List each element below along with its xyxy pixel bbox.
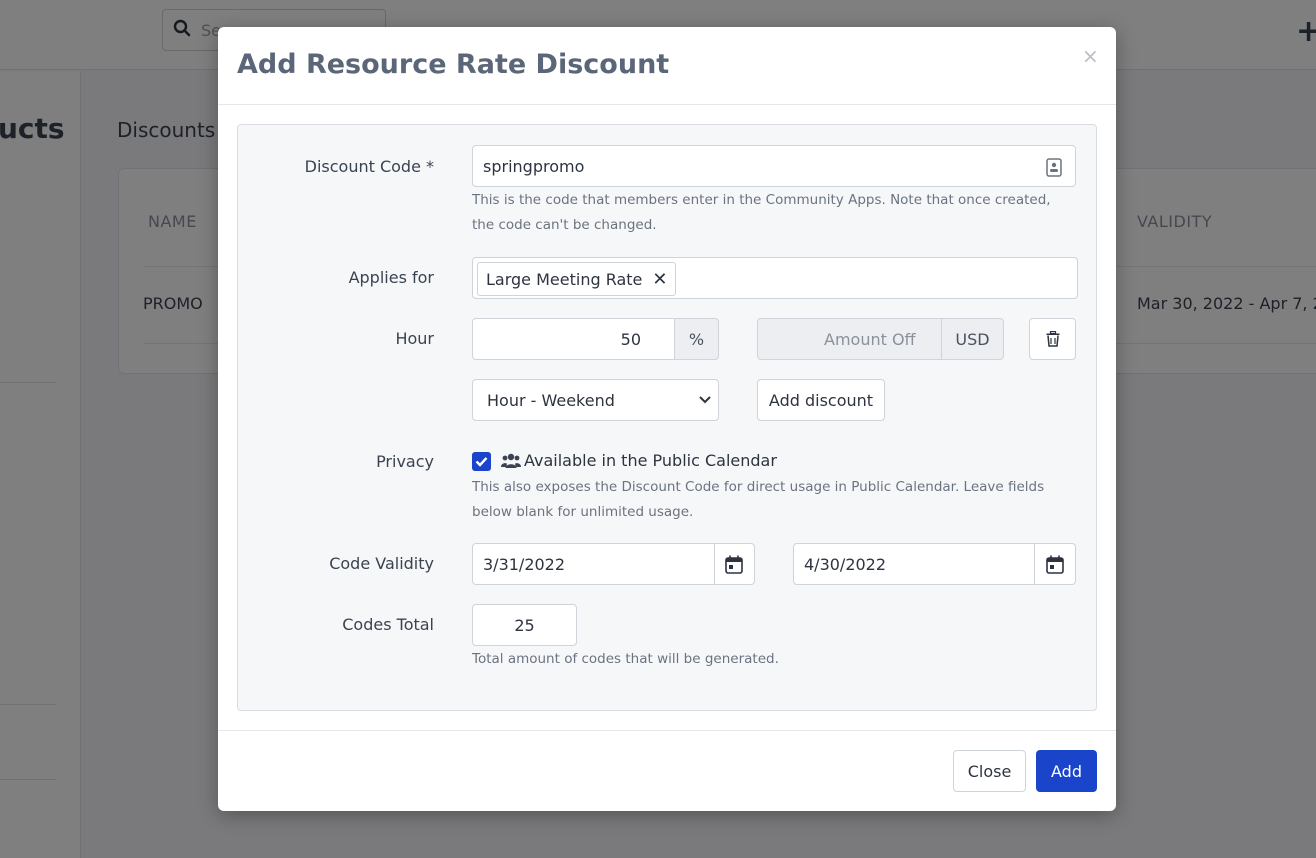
discount-code-input[interactable]: springpromo xyxy=(472,145,1076,187)
users-icon xyxy=(501,453,521,468)
add-discount-modal: Add Resource Rate Discount × Discount Co… xyxy=(218,27,1116,811)
tag-label: Large Meeting Rate xyxy=(486,269,643,289)
delete-discount-button[interactable] xyxy=(1029,318,1076,360)
close-button[interactable]: Close xyxy=(953,750,1026,792)
modal-title: Add Resource Rate Discount xyxy=(237,49,670,80)
public-calendar-label[interactable]: Available in the Public Calendar xyxy=(524,448,777,473)
hour-label: Hour xyxy=(395,329,434,348)
validity-end-input[interactable]: 4/30/2022 xyxy=(793,543,1076,585)
privacy-help: This also exposes the Discount Code for … xyxy=(472,479,1045,520)
applies-for-tag: Large Meeting Rate ✕ xyxy=(477,262,677,296)
contact-card-icon xyxy=(1046,158,1062,177)
amount-off-input[interactable]: Amount Off xyxy=(757,318,942,360)
modal-footer-divider xyxy=(218,730,1116,731)
chevron-down-icon xyxy=(699,396,711,404)
code-validity-label: Code Validity xyxy=(329,554,434,573)
applies-for-label: Applies for xyxy=(348,268,434,287)
rate-select-value: Hour - Weekend xyxy=(487,391,615,410)
discount-code-value: springpromo xyxy=(483,157,585,176)
codes-total-input[interactable]: 25 xyxy=(472,604,577,646)
codes-total-help: Total amount of codes that will be gener… xyxy=(472,651,779,667)
validity-start-input[interactable]: 3/31/2022 xyxy=(472,543,755,585)
rate-select[interactable]: Hour - Weekend xyxy=(472,379,719,421)
input-divider xyxy=(1034,544,1035,584)
remove-tag-icon[interactable]: ✕ xyxy=(652,269,667,290)
codes-total-label: Codes Total xyxy=(342,615,434,634)
applies-for-input[interactable]: Large Meeting Rate ✕ xyxy=(472,257,1078,299)
codes-total-value: 25 xyxy=(514,616,535,635)
validity-start-value: 3/31/2022 xyxy=(483,555,566,574)
percent-off-input[interactable]: 50 xyxy=(472,318,675,360)
trash-icon xyxy=(1046,331,1059,347)
percent-addon: % xyxy=(674,318,719,360)
calendar-icon[interactable] xyxy=(725,555,743,574)
discount-code-help: This is the code that members enter in t… xyxy=(472,192,1051,233)
modal-header: Add Resource Rate Discount × xyxy=(218,27,1116,105)
discount-form: Discount Code * springpromo This is the … xyxy=(237,124,1097,711)
public-calendar-checkbox[interactable] xyxy=(472,452,491,471)
checkmark-icon xyxy=(475,457,488,467)
input-divider xyxy=(714,544,715,584)
percent-off-value: 50 xyxy=(620,330,641,349)
calendar-icon[interactable] xyxy=(1046,555,1064,574)
amount-off-placeholder: Amount Off xyxy=(824,330,916,349)
add-discount-button[interactable]: Add discount xyxy=(757,379,885,421)
currency-addon: USD xyxy=(941,318,1004,360)
discount-code-label: Discount Code * xyxy=(304,157,434,176)
close-icon[interactable]: × xyxy=(1082,44,1099,68)
validity-end-value: 4/30/2022 xyxy=(804,555,887,574)
privacy-label: Privacy xyxy=(376,452,434,471)
add-button[interactable]: Add xyxy=(1036,750,1097,792)
